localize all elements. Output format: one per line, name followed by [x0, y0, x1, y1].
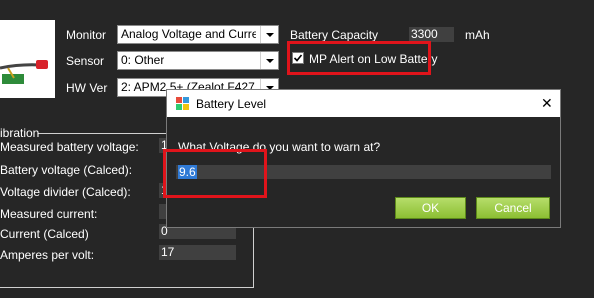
voltage-divider-calced-label: Voltage divider (Calced):: [0, 185, 131, 199]
mp-alert-checkbox[interactable]: [292, 52, 304, 64]
voltage-input[interactable]: 9.6: [176, 165, 551, 179]
app-icon: [176, 97, 189, 110]
current-calced-label: Current (Calced): [0, 227, 89, 241]
monitor-label: Monitor: [66, 28, 107, 42]
calibration-group-label: ibration: [0, 126, 40, 140]
hwver-label: HW Ver: [66, 81, 108, 95]
close-icon[interactable]: ✕: [541, 95, 553, 112]
dialog-titlebar[interactable]: Battery Level ✕: [167, 90, 560, 117]
battery-image: [0, 20, 55, 98]
dialog-title: Battery Level: [196, 97, 267, 111]
ok-button[interactable]: OK: [395, 197, 466, 219]
voltage-input-value: 9.6: [178, 165, 197, 179]
battery-capacity-unit: mAh: [465, 28, 490, 42]
chevron-down-icon[interactable]: [260, 52, 278, 69]
dialog-prompt: What Voltage do you want to warn at?: [178, 140, 381, 154]
chevron-down-icon[interactable]: [260, 26, 278, 43]
checkmark-icon: [293, 54, 303, 62]
monitor-select-value: Analog Voltage and Current: [121, 27, 256, 41]
battery-capacity-label: Battery Capacity: [290, 28, 379, 42]
battery-capacity-input[interactable]: 3300: [409, 27, 454, 42]
sensor-select-value: 0: Other: [121, 53, 165, 67]
amperes-per-volt-label: Amperes per volt:: [0, 248, 95, 262]
cancel-button[interactable]: Cancel: [476, 197, 550, 219]
monitor-select[interactable]: Analog Voltage and Current: [117, 25, 279, 44]
measured-current-label: Measured current:: [0, 207, 98, 221]
sensor-select[interactable]: 0: Other: [117, 51, 279, 70]
battery-level-dialog: Battery Level ✕ What Voltage do you want…: [166, 89, 561, 228]
sensor-label: Sensor: [66, 54, 105, 68]
battery-voltage-calced-label: Battery voltage (Calced):: [0, 163, 133, 177]
amperes-per-volt-input[interactable]: 17: [159, 245, 236, 260]
measured-battery-voltage-label: Measured battery voltage:: [0, 140, 139, 154]
mp-alert-label: MP Alert on Low Battery: [309, 52, 438, 66]
